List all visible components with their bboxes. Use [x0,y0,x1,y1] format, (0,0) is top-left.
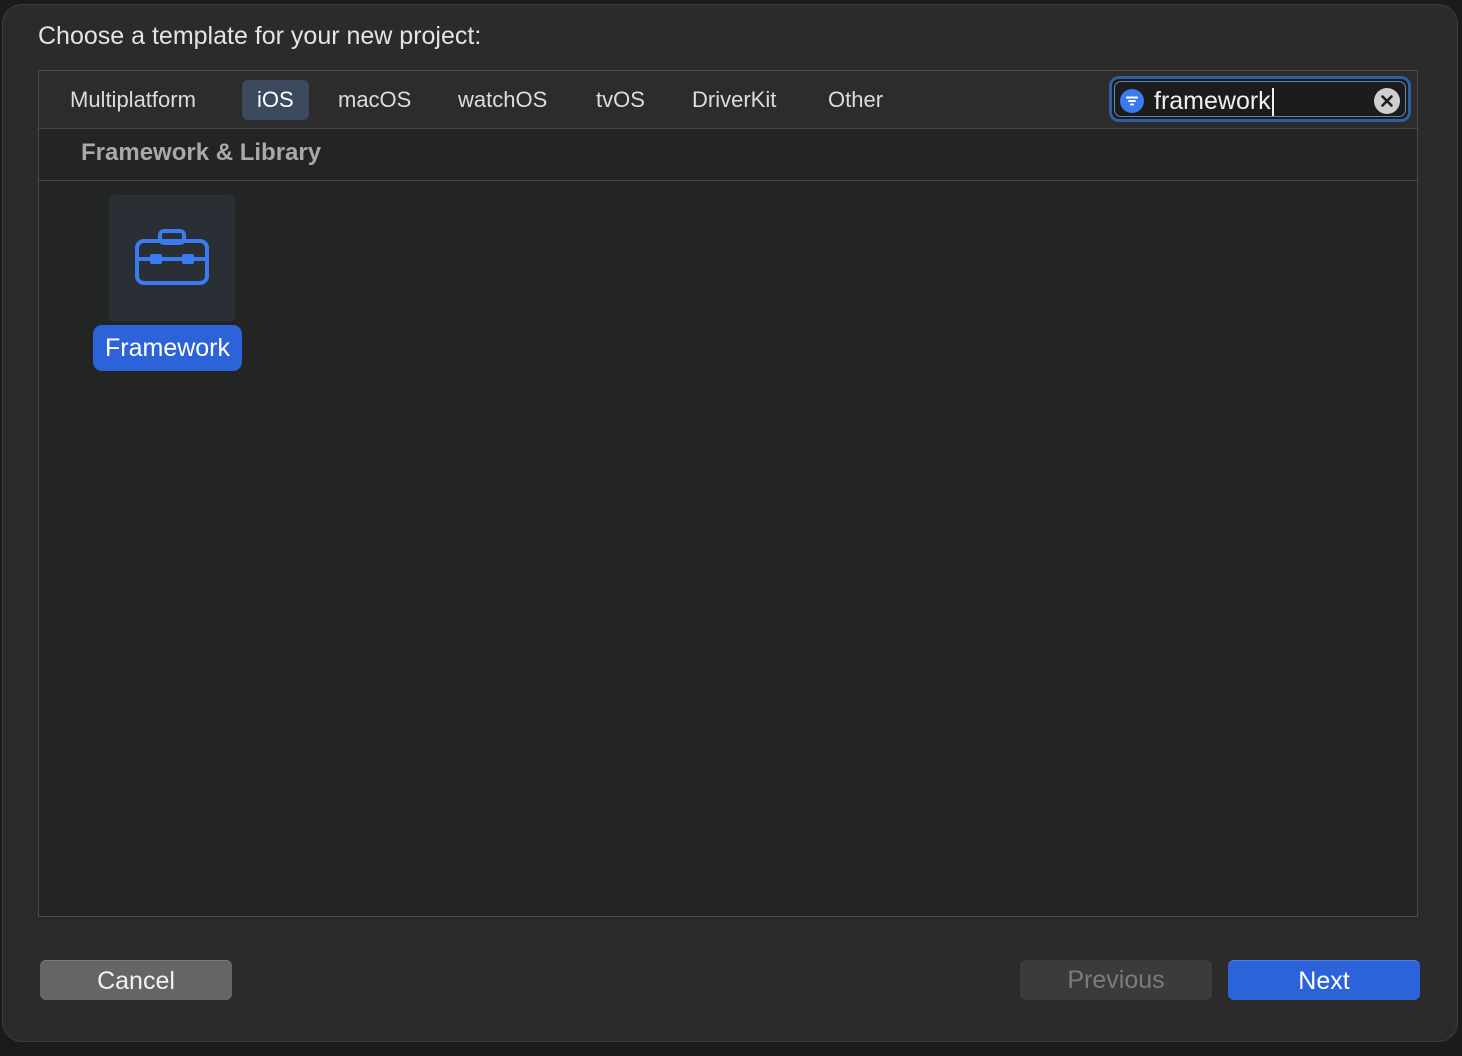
section-title: Framework & Library [81,139,322,166]
previous-button[interactable]: Previous [1020,960,1212,1000]
template-framework-label[interactable]: Framework [93,325,243,371]
template-browser: Multiplatform iOS macOS watchOS tvOS Dri… [38,70,1418,917]
dialog-prompt: Choose a template for your new project: [38,22,482,50]
search-input-text: framework [1154,87,1271,115]
template-search-field[interactable]: framework [1109,76,1411,122]
next-button[interactable]: Next [1228,960,1420,1000]
toolbox-icon [135,229,209,285]
tab-tvos[interactable]: tvOS [581,80,660,120]
text-caret [1271,88,1274,117]
search-input[interactable]: framework [1154,85,1274,117]
tab-macos[interactable]: macOS [323,80,426,120]
cancel-button[interactable]: Cancel [40,960,232,1000]
tab-ios[interactable]: iOS [242,80,309,120]
tab-driverkit[interactable]: DriverKit [677,80,791,120]
section-header: Framework & Library [39,129,1417,181]
tab-multiplatform[interactable]: Multiplatform [55,80,211,120]
tab-other[interactable]: Other [813,80,898,120]
platform-tab-bar: Multiplatform iOS macOS watchOS tvOS Dri… [39,71,1417,129]
tab-watchos[interactable]: watchOS [443,80,562,120]
template-framework[interactable] [109,195,235,321]
filter-icon[interactable] [1120,89,1144,113]
clear-icon[interactable] [1374,88,1400,114]
